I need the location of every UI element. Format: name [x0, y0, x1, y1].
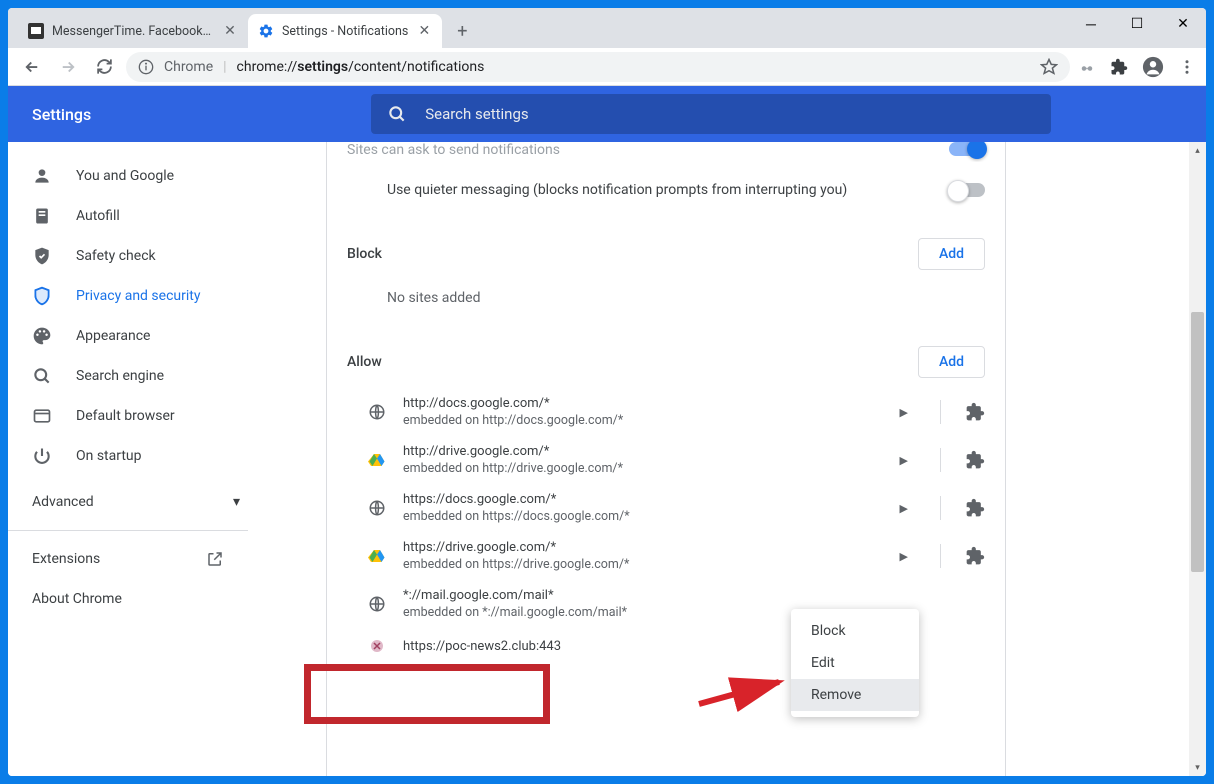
- allow-site-row[interactable]: http://drive.google.com/* embedded on htt…: [327, 436, 1005, 484]
- site-url: http://docs.google.com/*: [403, 396, 876, 411]
- new-tab-button[interactable]: +: [448, 17, 476, 45]
- settings-search-box[interactable]: [371, 94, 1051, 134]
- site-embed-text: embedded on https://docs.google.com/*: [403, 509, 876, 524]
- settings-content: Sites can ask to send notifications Use …: [264, 142, 1206, 776]
- site-details-arrow[interactable]: ▶: [892, 502, 916, 515]
- site-details-arrow[interactable]: ▶: [892, 550, 916, 563]
- site-context-menu: Block Edit Remove: [791, 609, 919, 717]
- tab-favicon: [258, 23, 274, 39]
- tab-settings[interactable]: Settings - Notifications ✕: [248, 14, 442, 48]
- sidebar-item-on-startup[interactable]: On startup: [8, 436, 252, 476]
- allow-site-row[interactable]: https://drive.google.com/* embedded on ht…: [327, 532, 1005, 580]
- tab-title: Settings - Notifications: [282, 24, 408, 39]
- scroll-up-arrow[interactable]: ▴: [1189, 142, 1206, 159]
- quieter-messaging-toggle[interactable]: [949, 183, 985, 197]
- quieter-messaging-label: Use quieter messaging (blocks notificati…: [387, 182, 847, 198]
- allow-site-row[interactable]: http://docs.google.com/* embedded on http…: [327, 388, 1005, 436]
- window-close-button[interactable]: ✕: [1160, 8, 1206, 40]
- sidebar-item-autofill[interactable]: Autofill: [8, 196, 252, 236]
- site-extension-icon[interactable]: [965, 450, 985, 470]
- tab-close-icon[interactable]: ✕: [222, 23, 238, 39]
- settings-header: Settings: [8, 86, 1206, 142]
- tab-messenger[interactable]: MessengerTime. Facebook Mess… ✕: [18, 14, 248, 48]
- site-embed-text: embedded on http://docs.google.com/*: [403, 413, 876, 428]
- sidebar-extensions-link[interactable]: Extensions: [8, 539, 248, 579]
- site-url: *://mail.google.com/mail*: [403, 588, 985, 603]
- nav-reload-button[interactable]: [90, 53, 118, 81]
- search-icon: [32, 366, 52, 386]
- site-embed-text: embedded on https://drive.google.com/*: [403, 557, 876, 572]
- shield-check-icon: [32, 246, 52, 266]
- external-link-icon: [206, 550, 224, 568]
- sidebar-divider: [8, 530, 248, 531]
- site-favicon: [367, 594, 387, 614]
- ask-notifications-label: Sites can ask to send notifications: [347, 142, 560, 158]
- allow-site-row[interactable]: https://docs.google.com/* embedded on htt…: [327, 484, 1005, 532]
- context-menu-edit[interactable]: Edit: [791, 647, 919, 679]
- block-empty-text: No sites added: [327, 280, 1005, 326]
- window-minimize-button[interactable]: ─: [1068, 8, 1114, 40]
- site-details-arrow[interactable]: ▶: [892, 454, 916, 467]
- settings-sidebar: You and Google Autofill Safety check Pri…: [8, 142, 264, 776]
- site-url: https://docs.google.com/*: [403, 492, 876, 507]
- nav-back-button[interactable]: [18, 53, 46, 81]
- site-url: http://drive.google.com/*: [403, 444, 876, 459]
- omnibox-url: chrome://settings/content/notifications: [237, 59, 485, 75]
- block-add-button[interactable]: Add: [918, 238, 985, 270]
- extensions-icon[interactable]: [1110, 58, 1128, 76]
- scroll-thumb[interactable]: [1191, 312, 1204, 572]
- allow-add-button[interactable]: Add: [918, 346, 985, 378]
- site-embed-text: embedded on http://drive.google.com/*: [403, 461, 876, 476]
- address-bar: Chrome | chrome://settings/content/notif…: [8, 48, 1206, 86]
- palette-icon: [32, 326, 52, 346]
- sidebar-about-link[interactable]: About Chrome: [8, 579, 248, 619]
- shield-icon: [32, 286, 52, 306]
- allow-section-label: Allow: [347, 354, 382, 370]
- settings-search-input[interactable]: [425, 105, 1035, 123]
- omnibox[interactable]: Chrome | chrome://settings/content/notif…: [126, 52, 1070, 82]
- tab-close-icon[interactable]: ✕: [416, 23, 432, 39]
- block-section-label: Block: [347, 246, 382, 262]
- site-url: https://drive.google.com/*: [403, 540, 876, 555]
- bookmark-star-icon[interactable]: [1040, 58, 1058, 76]
- site-favicon: [367, 636, 387, 656]
- chevron-down-icon: ▾: [233, 494, 240, 510]
- browser-icon: [32, 406, 52, 426]
- omnibox-label: Chrome: [164, 59, 213, 75]
- browser-tabbar: MessengerTime. Facebook Mess… ✕ Settings…: [8, 8, 1206, 48]
- autofill-icon: [32, 206, 52, 226]
- profile-icon[interactable]: [1142, 56, 1164, 78]
- incognito-icon[interactable]: [1078, 58, 1096, 76]
- site-extension-icon[interactable]: [965, 546, 985, 566]
- settings-title: Settings: [32, 105, 91, 124]
- site-favicon: [367, 450, 387, 470]
- sidebar-item-search-engine[interactable]: Search engine: [8, 356, 252, 396]
- site-extension-icon[interactable]: [965, 498, 985, 518]
- window-maximize-button[interactable]: ☐: [1114, 8, 1160, 40]
- site-favicon: [367, 498, 387, 518]
- nav-forward-button[interactable]: [54, 53, 82, 81]
- context-menu-remove[interactable]: Remove: [791, 679, 919, 711]
- sidebar-item-safety-check[interactable]: Safety check: [8, 236, 252, 276]
- site-details-arrow[interactable]: ▶: [892, 406, 916, 419]
- site-extension-icon[interactable]: [965, 402, 985, 422]
- person-icon: [32, 166, 52, 186]
- tab-title: MessengerTime. Facebook Mess…: [52, 24, 214, 39]
- sidebar-item-default-browser[interactable]: Default browser: [8, 396, 252, 436]
- sidebar-advanced-toggle[interactable]: Advanced ▾: [8, 482, 264, 522]
- ask-notifications-toggle[interactable]: [949, 142, 985, 156]
- page-scrollbar[interactable]: ▴ ▾: [1189, 142, 1206, 776]
- sidebar-item-you-and-google[interactable]: You and Google: [8, 156, 252, 196]
- context-menu-block[interactable]: Block: [791, 615, 919, 647]
- tab-favicon: [28, 23, 44, 39]
- power-icon: [32, 446, 52, 466]
- chrome-menu-button[interactable]: [1178, 58, 1196, 76]
- site-favicon: [367, 402, 387, 422]
- sidebar-item-appearance[interactable]: Appearance: [8, 316, 252, 356]
- search-icon: [387, 104, 407, 124]
- site-favicon: [367, 546, 387, 566]
- scroll-down-arrow[interactable]: ▾: [1189, 759, 1206, 776]
- sidebar-item-privacy-security[interactable]: Privacy and security: [8, 276, 252, 316]
- site-info-icon[interactable]: [138, 59, 154, 75]
